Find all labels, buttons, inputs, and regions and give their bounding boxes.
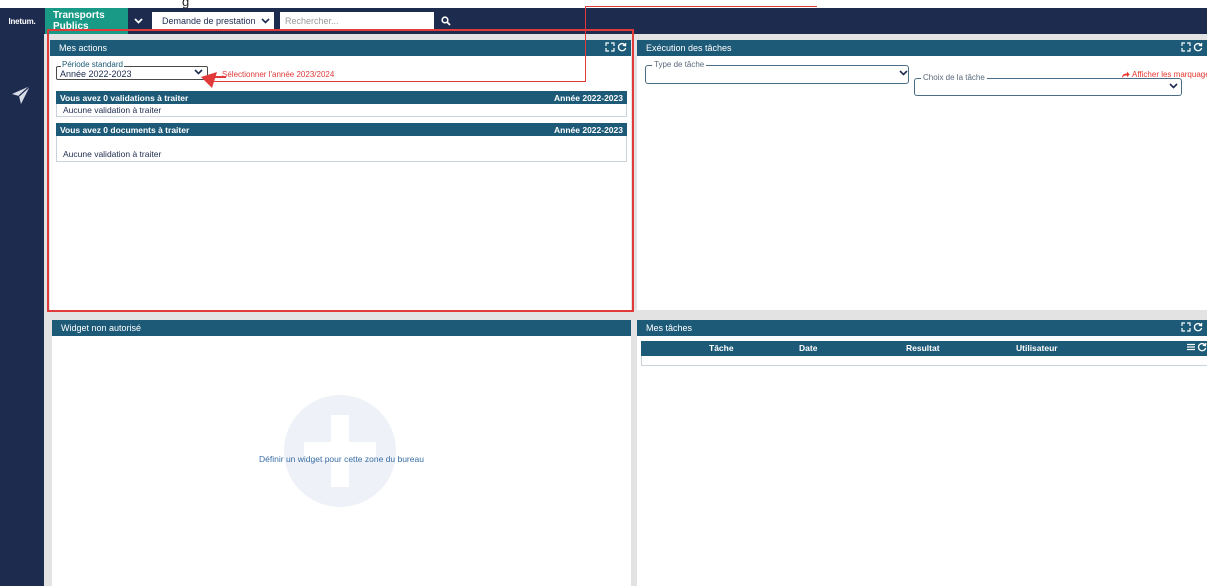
define-widget-link[interactable]: Définir un widget pour cette zone du bur… — [52, 454, 631, 464]
service-select[interactable]: Demande de prestation — [152, 12, 274, 30]
annotation-highlight-box — [47, 29, 634, 312]
refresh-icon[interactable] — [1193, 322, 1203, 332]
column-header-resultat[interactable]: Resultat — [906, 343, 940, 353]
clipped-annotation-text: g — [182, 0, 190, 9]
chevron-down-icon — [133, 18, 143, 24]
search-input[interactable] — [280, 12, 434, 30]
panel-tools — [1181, 42, 1203, 52]
sidebar — [0, 34, 44, 586]
panel-tools — [1181, 322, 1203, 332]
expand-icon[interactable] — [1181, 42, 1191, 52]
choix-tache-legend: Choix de la tâche — [921, 73, 987, 82]
chevron-down-icon — [899, 70, 908, 76]
panel-title: Exécution des tâches — [646, 43, 732, 53]
panel-header: Mes tâches — [637, 320, 1207, 336]
choix-tache-select[interactable]: Choix de la tâche — [914, 73, 1182, 96]
search-button[interactable] — [436, 12, 456, 30]
expand-icon[interactable] — [1181, 322, 1191, 332]
plus-icon[interactable] — [284, 395, 396, 507]
chevron-down-icon — [261, 18, 270, 24]
annotation-arrow-icon — [201, 72, 217, 88]
search-icon — [441, 16, 451, 26]
chevron-down-icon — [1169, 83, 1178, 89]
panel-mes-taches: Mes tâches Tâche Date Resultat Utilisate… — [637, 320, 1207, 586]
table-empty-row — [641, 356, 1207, 366]
annotation-line — [210, 81, 586, 82]
panel-execution-taches: Exécution des tâches Type de tâche Affic… — [637, 40, 1207, 310]
plus-icon-vertical — [331, 415, 349, 487]
panel-header: Exécution des tâches — [637, 40, 1207, 56]
annotation-text: Sélectionner l'année 2023/2024 — [222, 70, 335, 79]
menu-icon[interactable] — [1186, 342, 1196, 352]
type-tache-legend: Type de tâche — [652, 60, 707, 69]
tasks-table-header: Tâche Date Resultat Utilisateur — [641, 341, 1207, 356]
refresh-icon[interactable] — [1193, 42, 1203, 52]
panel-title: Mes tâches — [646, 323, 693, 333]
column-header-utilisateur[interactable]: Utilisateur — [1016, 343, 1058, 353]
panel-header: Widget non autorisé — [52, 320, 631, 336]
column-header-tache[interactable]: Tâche — [709, 343, 734, 353]
service-select-value: Demande de prestation — [162, 16, 256, 26]
panel-widget-non-autorise: Widget non autorisé Définir un widget po… — [52, 320, 631, 586]
column-header-date[interactable]: Date — [799, 343, 817, 353]
annotation-line — [585, 6, 586, 82]
refresh-icon[interactable] — [1197, 342, 1207, 352]
annotation-line — [585, 6, 817, 7]
panel-title: Widget non autorisé — [61, 323, 142, 333]
send-icon[interactable] — [10, 84, 32, 109]
inetum-logo[interactable]: Inetum. — [0, 8, 44, 34]
type-tache-select[interactable]: Type de tâche — [645, 60, 909, 84]
table-tools — [1186, 342, 1207, 352]
